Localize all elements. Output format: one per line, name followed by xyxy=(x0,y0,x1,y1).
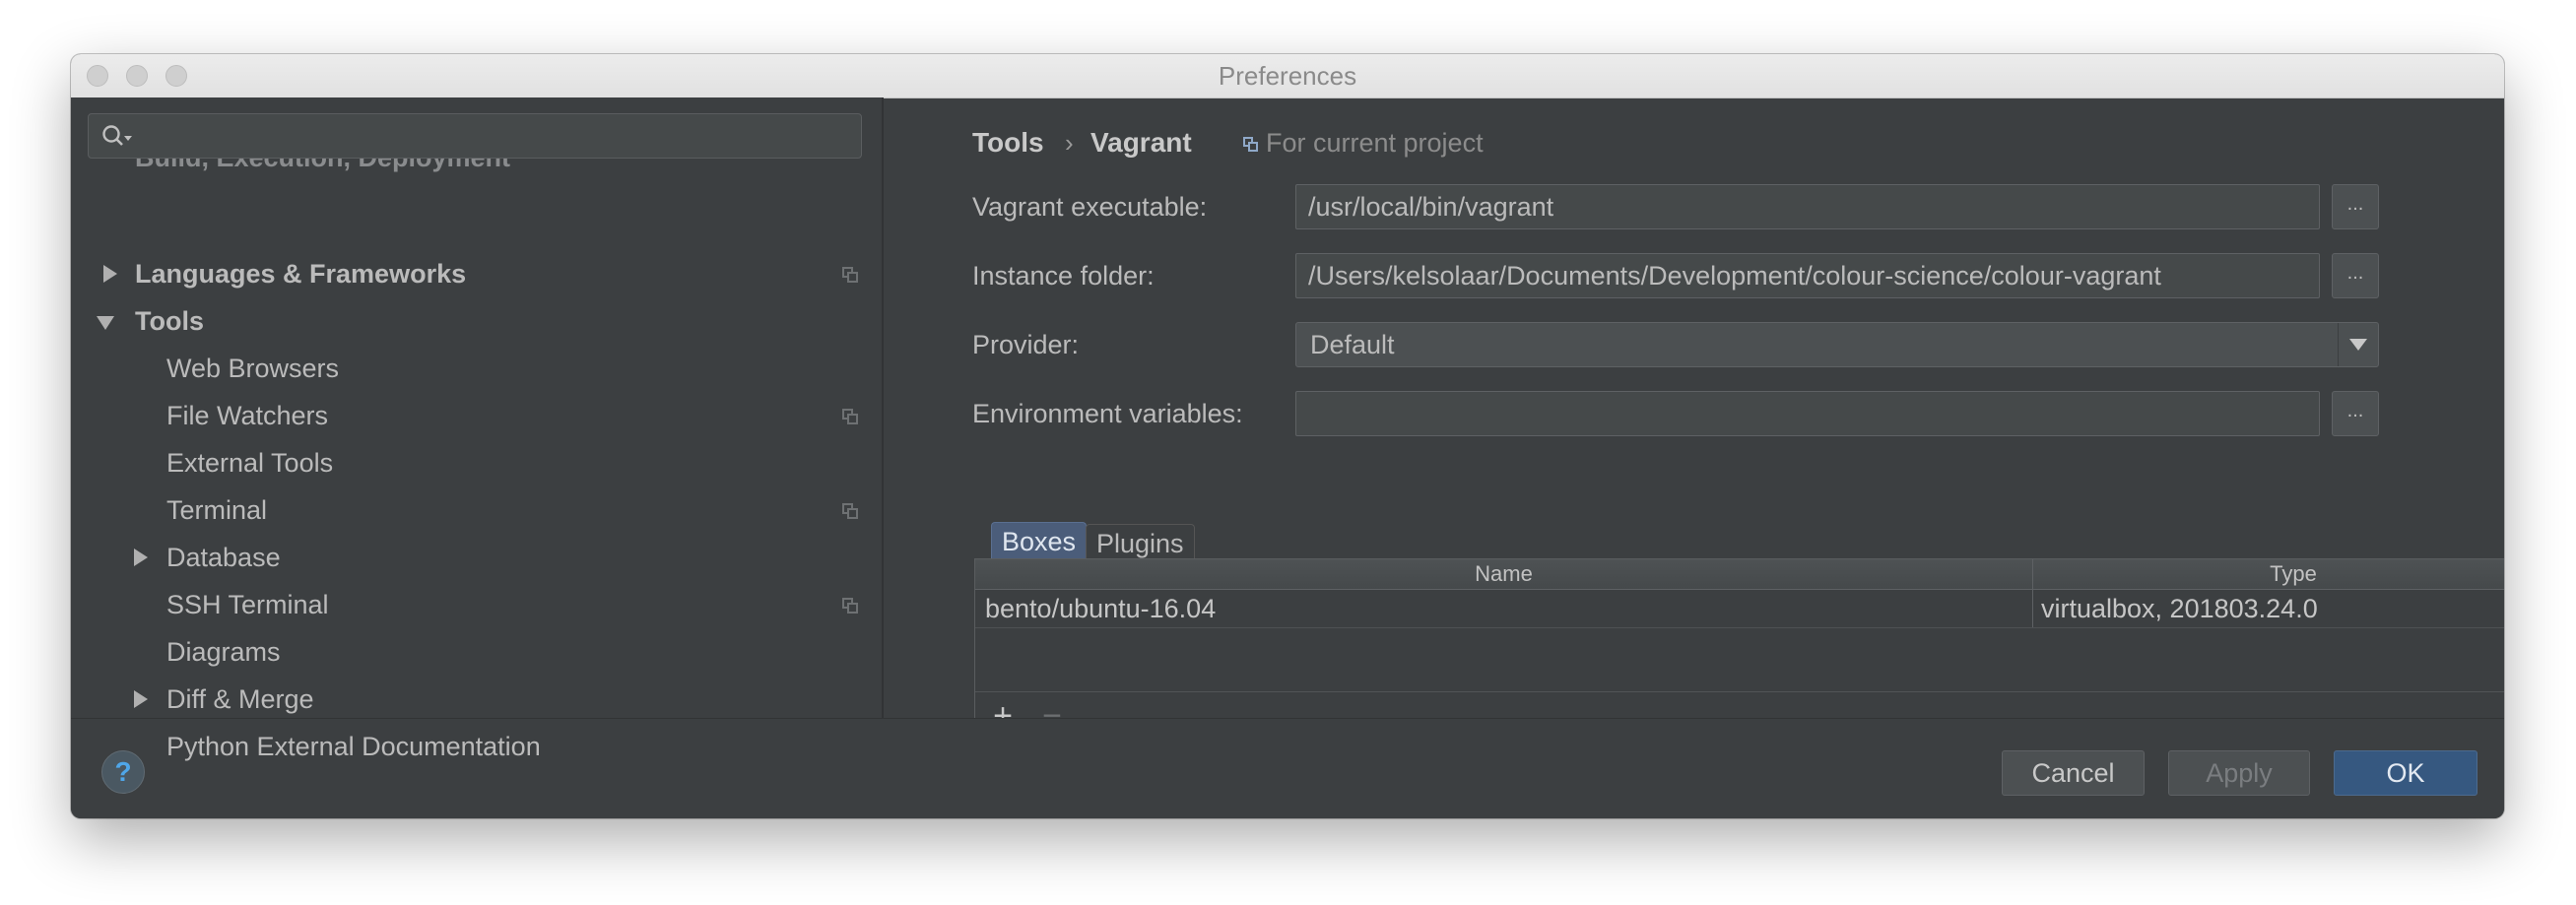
title-bar: Preferences xyxy=(71,54,2504,98)
tree-item-external-tools[interactable]: External Tools xyxy=(166,440,333,485)
window-title: Preferences xyxy=(1218,61,1357,91)
tree-item-python-external-documentation[interactable]: Python External Documentation xyxy=(166,724,541,769)
vagrant-executable-field[interactable]: /usr/local/bin/vagrant xyxy=(1295,184,2320,229)
collapse-arrow-icon[interactable] xyxy=(97,316,114,330)
tree-item-build-execution-deployment[interactable]: Build, Execution, Deployment xyxy=(135,159,510,176)
tree-item-diagrams[interactable]: Diagrams xyxy=(166,629,281,675)
table-header: Name Type xyxy=(975,559,2504,590)
column-header-name[interactable]: Name xyxy=(975,559,2032,589)
browse-instance-folder-button[interactable]: ... xyxy=(2332,253,2379,298)
expand-arrow-icon[interactable] xyxy=(134,549,148,566)
provider-value: Default xyxy=(1310,330,1395,359)
select-separator xyxy=(2338,323,2339,366)
row-divider xyxy=(975,627,2504,628)
tree-item-web-browsers[interactable]: Web Browsers xyxy=(166,346,339,391)
scope-label: For current project xyxy=(1266,128,1484,158)
browse-executable-button[interactable]: ... xyxy=(2332,184,2379,229)
cell-box-type[interactable]: virtualbox, 201803.24.0 xyxy=(2033,590,2318,627)
help-button[interactable]: ? xyxy=(101,750,145,794)
tree-clip: Build, Execution, Deployment xyxy=(71,159,882,176)
table-toolbar-divider xyxy=(975,691,2504,692)
project-settings-icon xyxy=(842,409,858,424)
cancel-button[interactable]: Cancel xyxy=(2002,750,2145,796)
vagrant-executable-label: Vagrant executable: xyxy=(972,192,1208,222)
provider-label: Provider: xyxy=(972,330,1080,359)
environment-variables-field[interactable] xyxy=(1295,391,2320,436)
tree-item-database[interactable]: Database xyxy=(166,535,281,580)
chevron-down-icon xyxy=(2349,339,2367,351)
breadcrumb-separator: › xyxy=(1065,128,1074,158)
tree-item-diff-merge[interactable]: Diff & Merge xyxy=(166,677,314,722)
tree-item-ssh-terminal[interactable]: SSH Terminal xyxy=(166,582,329,627)
search-icon[interactable] xyxy=(100,123,134,151)
expand-arrow-icon[interactable] xyxy=(134,690,148,708)
provider-select[interactable]: Default xyxy=(1295,322,2379,367)
instance-folder-label: Instance folder: xyxy=(972,261,1155,291)
apply-button[interactable]: Apply xyxy=(2168,750,2310,796)
breadcrumb-tools: Tools xyxy=(972,127,1044,158)
ok-button[interactable]: OK xyxy=(2334,750,2477,796)
tree-item-file-watchers[interactable]: File Watchers xyxy=(166,393,328,438)
tree-item-languages-frameworks[interactable]: Languages & Frameworks xyxy=(135,251,466,296)
tree-item-tools[interactable]: Tools xyxy=(135,298,204,344)
tree-item-terminal[interactable]: Terminal xyxy=(166,487,267,533)
environment-variables-label: Environment variables: xyxy=(972,399,1243,428)
breadcrumb-vagrant: Vagrant xyxy=(1090,127,1192,158)
project-scope-icon xyxy=(1243,137,1258,152)
tab-plugins[interactable]: Plugins xyxy=(1086,524,1195,561)
project-settings-icon xyxy=(842,267,858,283)
project-settings-icon xyxy=(842,598,858,614)
column-header-type[interactable]: Type xyxy=(2033,559,2504,589)
tab-boxes[interactable]: Boxes xyxy=(991,522,1088,559)
instance-folder-field[interactable]: /Users/kelsolaar/Documents/Development/c… xyxy=(1295,253,2320,298)
preferences-window: Preferences Build, Execution, Deployment… xyxy=(71,54,2504,818)
project-settings-icon xyxy=(842,503,858,519)
settings-search-input[interactable] xyxy=(88,113,862,159)
vagrant-settings-panel: Tools › Vagrant For current project Vagr… xyxy=(884,97,2504,758)
cell-box-name[interactable]: bento/ubuntu-16.04 xyxy=(977,590,1216,627)
browse-environment-variables-button[interactable]: ... xyxy=(2332,391,2379,436)
expand-arrow-icon[interactable] xyxy=(103,265,117,283)
settings-sidebar: Build, Execution, Deployment Languages &… xyxy=(71,97,882,718)
